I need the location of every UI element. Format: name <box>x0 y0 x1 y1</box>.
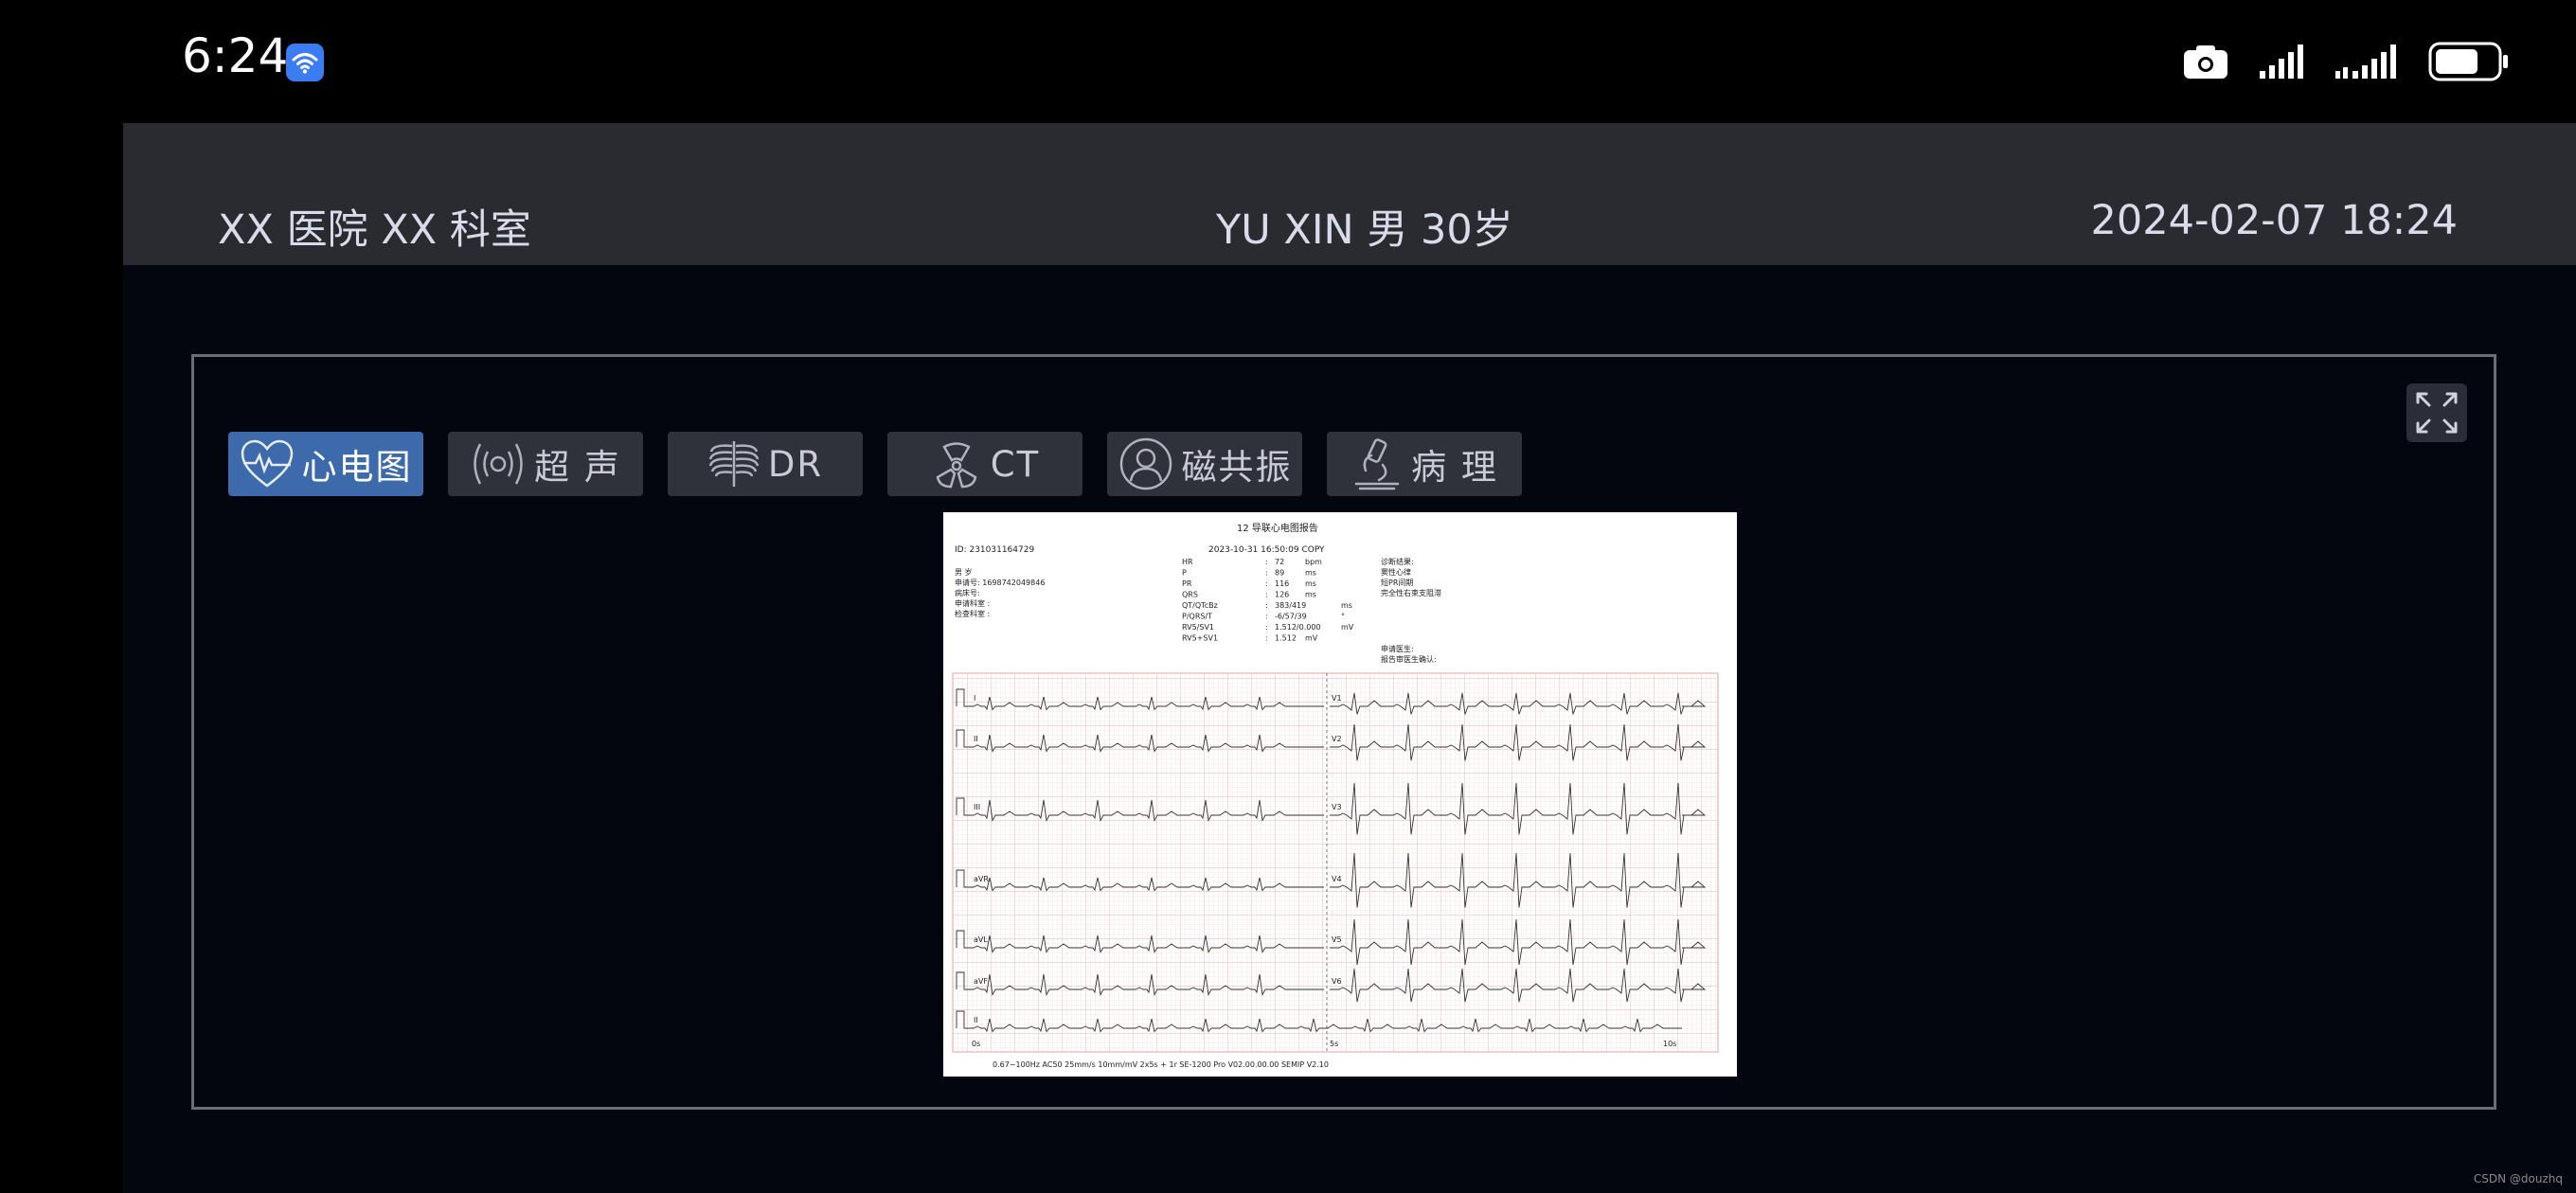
ecg-measurement-text: RV5+SV1 <box>1182 634 1218 643</box>
signal-icon <box>2335 45 2396 79</box>
ecg-lead-label: V6 <box>1332 977 1342 986</box>
ultrasound-icon <box>474 443 523 485</box>
status-bar: 6:24 <box>0 0 2576 123</box>
ecg-measurement-text: -6/57/39 <box>1275 613 1307 621</box>
ecg-grid <box>952 672 1719 1053</box>
head-scan-icon <box>1119 437 1172 490</box>
ecg-lead-label: II <box>974 735 978 743</box>
ecg-diagnosis-1: 窦性心律 <box>1381 567 1411 577</box>
ecg-measurement-text: ° <box>1341 613 1345 621</box>
app-header: XX 医院 XX 科室 YU XIN 男 30岁 2024-02-07 18:2… <box>123 123 2576 265</box>
ecg-measurement-text: : <box>1265 623 1268 632</box>
ecg-doctor: 申请医生: <box>1381 644 1414 653</box>
ecg-measurement-text: P/QRS/T <box>1182 613 1212 621</box>
ecg-lead-label: V1 <box>1332 694 1342 703</box>
ecg-report-image[interactable]: 12 导联心电图报告 ID: 231031164729 2023-10-31 1… <box>943 512 1737 1077</box>
tab-label: 心电图 <box>301 447 413 488</box>
ecg-measurement-text: ms <box>1305 569 1316 578</box>
ecg-time-mark: 10s <box>1663 1040 1676 1048</box>
status-time: 6:24 <box>182 28 289 83</box>
ecg-measurement-text: 126 <box>1275 591 1289 599</box>
ecg-measurement-text: 72 <box>1275 558 1284 566</box>
ecg-apply-dept: 申请科室 : <box>955 598 990 608</box>
ecg-measurement-text: 1.512 <box>1275 634 1297 643</box>
ecg-measurement-text: : <box>1265 634 1268 643</box>
ecg-diagnosis-title: 诊断结果: <box>1381 557 1414 566</box>
ecg-diagnosis-3: 完全性右束支阻滞 <box>1381 588 1441 597</box>
ecg-measurement-text: mV <box>1341 623 1354 632</box>
ecg-lead-label: V4 <box>1332 875 1342 883</box>
tab-label: CT <box>990 443 1041 485</box>
ecg-measurement-text: PR <box>1182 579 1192 588</box>
microscope-icon <box>1354 438 1400 490</box>
ecg-footer: 0.67~100Hz AC50 25mm/s 10mm/mV 2x5s + 1r… <box>993 1060 1329 1069</box>
ecg-measurement-text: : <box>1265 601 1268 610</box>
ecg-lead-label: V2 <box>1332 735 1342 743</box>
ecg-time-mark: 5s <box>1330 1040 1338 1048</box>
ecg-lead-label: aVR <box>974 875 989 883</box>
ecg-gender-age: 男 岁 <box>955 567 973 577</box>
tab-pathology[interactable]: 病 理 <box>1327 432 1522 496</box>
ecg-measurement-text: 383/419 <box>1275 601 1306 610</box>
tab-label: 病 理 <box>1411 447 1498 488</box>
ecg-lead-label: aVF <box>974 977 988 986</box>
tab-ct[interactable]: CT <box>887 432 1082 496</box>
ecg-measurement-text: 89 <box>1275 569 1284 578</box>
ecg-apply-no: 申请号: 1698742049846 <box>955 578 1045 587</box>
ecg-measurement-text: mV <box>1305 634 1318 643</box>
expand-icon <box>2416 392 2458 434</box>
app-window: XX 医院 XX 科室 YU XIN 男 30岁 2024-02-07 18:2… <box>123 123 2576 1193</box>
ecg-exam-dept: 检查科室 : <box>955 609 990 618</box>
camera-icon <box>2184 45 2227 79</box>
patient-info: YU XIN 男 30岁 <box>1216 206 1513 254</box>
ecg-bed-no: 病床号: <box>955 588 980 597</box>
ecg-date: 2023-10-31 16:50:09 COPY <box>1208 545 1325 555</box>
tab-label: 超 声 <box>534 447 621 488</box>
ecg-time-mark: 0s <box>972 1040 980 1048</box>
ecg-measurement-text: ms <box>1341 601 1352 610</box>
fullscreen-button[interactable] <box>2406 383 2467 442</box>
radiation-icon <box>936 442 977 489</box>
ecg-measurement-text: 1.512/0.000 <box>1275 623 1321 632</box>
ecg-lead-label: II <box>974 1016 978 1024</box>
tab-label: DR <box>767 443 824 485</box>
tab-label: 磁共振 <box>1181 447 1293 488</box>
tab-mri[interactable]: 磁共振 <box>1107 432 1302 496</box>
tab-dr[interactable]: DR <box>668 432 863 496</box>
ecg-lead-label: I <box>974 694 975 703</box>
wifi-icon <box>286 44 324 81</box>
tab-ecg[interactable]: 心电图 <box>228 432 423 496</box>
ribcage-icon <box>708 441 760 487</box>
heart-pulse-icon <box>241 439 293 488</box>
tab-ultrasound[interactable]: 超 声 <box>448 432 643 496</box>
ecg-measurement-text: RV5/SV1 <box>1182 623 1214 632</box>
ecg-measurement-text: QT/QTcBz <box>1182 601 1218 610</box>
ecg-measurement-text: : <box>1265 579 1268 588</box>
hospital-department: XX 医院 XX 科室 <box>218 206 531 254</box>
ecg-lead-label: V3 <box>1332 803 1342 811</box>
ecg-measurement-text: bpm <box>1305 558 1322 566</box>
ecg-measurement-text: : <box>1265 569 1268 578</box>
exam-tabs: 心电图 超 声 DR CT 磁共振 病 理 <box>228 432 1547 496</box>
ecg-measurement-text: QRS <box>1182 591 1198 599</box>
ecg-confirm: 报告审医生确认: <box>1381 654 1437 664</box>
ecg-measurement-text: HR <box>1182 558 1193 566</box>
ecg-id: ID: 231031164729 <box>955 545 1034 555</box>
ecg-title: 12 导联心电图报告 <box>1237 522 1318 534</box>
battery-icon <box>2428 42 2508 81</box>
ecg-lead-label: V5 <box>1332 935 1342 944</box>
ecg-measurement-text: P <box>1182 569 1187 578</box>
ecg-measurement-text: : <box>1265 591 1268 599</box>
ecg-diagnosis-2: 短PR间期 <box>1381 578 1413 587</box>
ecg-measurement-text: ms <box>1305 579 1316 588</box>
report-datetime: 2024-02-07 18:24 <box>2090 197 2458 244</box>
ecg-lead-label: aVL <box>974 935 988 944</box>
ecg-measurement-text: : <box>1265 613 1268 621</box>
signal-icon <box>2260 45 2303 79</box>
ecg-lead-label: III <box>974 803 980 811</box>
ecg-measurement-text: : <box>1265 558 1268 566</box>
watermark: CSDN @douzhq <box>2473 1172 2563 1185</box>
ecg-measurement-text: 116 <box>1275 579 1289 588</box>
ecg-measurement-text: ms <box>1305 591 1316 599</box>
